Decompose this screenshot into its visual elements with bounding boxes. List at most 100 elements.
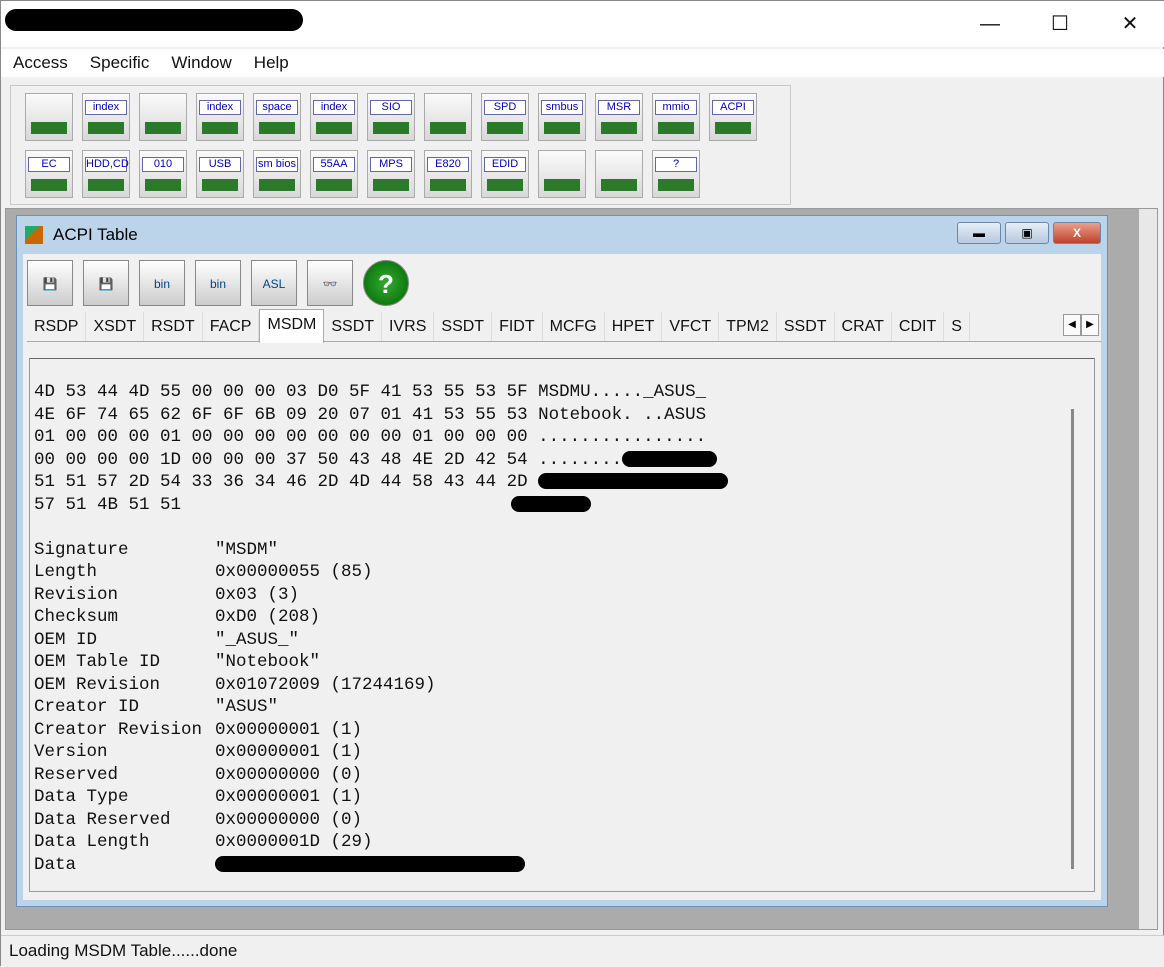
tab-scroll-right[interactable]: ▶ [1081,314,1099,336]
toolbar-icon-graphic [316,122,352,134]
help-icon[interactable]: ? [363,260,409,306]
toolbar-row2-button-3[interactable]: USB [196,150,244,198]
toolbar-row1-button-12[interactable]: ACPI [709,93,757,141]
toolbar-row1-button-4[interactable]: space [253,93,301,141]
toolbar-row2-label-11: ? [655,157,697,172]
acpi-table-window: ACPI Table ▬ ▣ X 💾 💾 bin bin ASL 👓 ? RSD… [16,215,1108,907]
tab-tpm2[interactable]: TPM2 [719,312,777,341]
toolbar-row1-button-6[interactable]: SIO [367,93,415,141]
toolbar-row2-button-5[interactable]: 55AA [310,150,358,198]
menu-specific[interactable]: Specific [78,49,160,77]
toolbar-icon-graphic [145,122,181,134]
tab-crat[interactable]: CRAT [835,312,892,341]
toolbar-row2-button-11[interactable]: ? [652,150,700,198]
tab-cdit[interactable]: CDIT [892,312,945,341]
toolbar-row2-button-0[interactable]: EC [25,150,73,198]
tab-ssdt[interactable]: SSDT [777,312,835,341]
toolbar-row1-button-9[interactable]: smbus [538,93,586,141]
asl-icon[interactable]: ASL [251,260,297,306]
hex-line: 57 51 4B 51 51 [34,494,728,517]
tab-fidt[interactable]: FIDT [492,312,543,341]
tab-mcfg[interactable]: MCFG [543,312,605,341]
save-all-icon[interactable]: 💾 [83,260,129,306]
toolbar-icon-graphic [316,179,352,191]
field-value: 0xD0 (208) [215,607,321,627]
toolbar-row1-button-3[interactable]: index [196,93,244,141]
minimize-button[interactable]: — [967,7,1013,41]
hex-line: 01 00 00 00 01 00 00 00 00 00 00 00 01 0… [34,427,707,447]
title-bar: — ☐ ✕ [1,1,1164,47]
toolbar-icon-graphic [487,179,523,191]
tab-hpet[interactable]: HPET [605,312,663,341]
field-value: 0x0000001D (29) [215,832,373,852]
tab-scroll-left[interactable]: ◀ [1063,314,1081,336]
toolbar-icon-graphic [544,179,580,191]
tab-xsdt[interactable]: XSDT [86,312,145,341]
hex-line: 00 00 00 00 1D 00 00 00 37 50 43 48 4E 2… [34,449,728,472]
toolbar-row1-button-7[interactable] [424,93,472,141]
toolbar-row1-button-1[interactable]: index [82,93,130,141]
toolbar-row1-button-10[interactable]: MSR [595,93,643,141]
toolbar-row2-button-6[interactable]: MPS [367,150,415,198]
toolbar-row1-label-12: ACPI [712,100,754,115]
menu-access[interactable]: Access [1,49,78,77]
field-value: "MSDM" [215,539,279,560]
binoculars-icon[interactable]: 👓 [307,260,353,306]
field-value: 0x03 (3) [215,584,300,605]
toolbar-row1-label-10: MSR [598,100,640,115]
field-row: Checksum 0xD0 (208) [34,606,728,629]
menu-help[interactable]: Help [242,49,299,77]
child-minimize-button[interactable]: ▬ [957,222,1001,244]
field-name: Length [34,562,98,582]
toolbar-row2-label-0: EC [28,157,70,172]
tab-ssdt[interactable]: SSDT [434,312,493,341]
toolbar-row2-button-2[interactable]: 010 [139,150,187,198]
toolbar-row2-button-8[interactable]: EDID [481,150,529,198]
toolbar-row1-button-0[interactable] [25,93,73,141]
child-close-button[interactable]: X [1053,222,1101,244]
hex-line: 4D 53 44 4D 55 00 00 00 03 D0 5F 41 53 5… [34,382,707,402]
field-row: Version 0x00000001 (1) [34,741,728,764]
toolbar-icon-graphic [88,179,124,191]
toolbar-row2-button-9[interactable] [538,150,586,198]
field-value [215,855,525,875]
save-all-bin-icon[interactable]: bin [195,260,241,306]
toolbar-icon-graphic [601,122,637,134]
field-name: OEM Table ID [34,652,161,672]
content-scrollbar[interactable] [1071,409,1074,869]
toolbar-row2-button-7[interactable]: E820 [424,150,472,198]
menu-window[interactable]: Window [159,49,241,77]
save-bin-icon[interactable]: bin [139,260,185,306]
toolbar-row2-button-1[interactable]: HDD,CD [82,150,130,198]
field-row: Length 0x00000055 (85) [34,561,728,584]
tab-ssdt[interactable]: SSDT [324,312,383,341]
save-icon[interactable]: 💾 [27,260,73,306]
field-value: "ASUS" [215,697,279,717]
tab-ivrs[interactable]: IVRS [382,312,435,341]
toolbar-row1-label-5: index [313,100,355,115]
child-restore-button[interactable]: ▣ [1005,222,1049,244]
menu-bar: Access Specific Window Help [1,49,1164,77]
field-row: Data [34,854,728,877]
tab-facp[interactable]: FACP [203,312,260,341]
mdi-scrollbar[interactable] [1139,209,1157,929]
tab-rsdt[interactable]: RSDT [144,312,203,341]
toolbar-row1-button-11[interactable]: mmio [652,93,700,141]
toolbar-icon-graphic [202,179,238,191]
tab-rsdp[interactable]: RSDP [27,312,87,341]
table-content: 4D 53 44 4D 55 00 00 00 03 D0 5F 41 53 5… [29,358,1095,892]
tab-vfct[interactable]: VFCT [662,312,720,341]
tab-s[interactable]: S [944,312,970,341]
tab-msdm[interactable]: MSDM [259,309,325,343]
toolbar-row1-button-2[interactable] [139,93,187,141]
maximize-button[interactable]: ☐ [1037,7,1083,41]
field-name: Data [34,854,77,875]
toolbar-row2-button-4[interactable]: sm bios [253,150,301,198]
field-name: OEM Revision [34,674,161,695]
toolbar-row1-label-4: space [256,100,298,115]
toolbar-row1-button-8[interactable]: SPD [481,93,529,141]
toolbar-row1-button-5[interactable]: index [310,93,358,141]
toolbar-row2-button-10[interactable] [595,150,643,198]
table-tabs: RSDP XSDT RSDT FACP MSDM SSDT IVRS SSDT FIDT MCFG… [27,309,1101,343]
close-button[interactable]: ✕ [1107,7,1153,41]
